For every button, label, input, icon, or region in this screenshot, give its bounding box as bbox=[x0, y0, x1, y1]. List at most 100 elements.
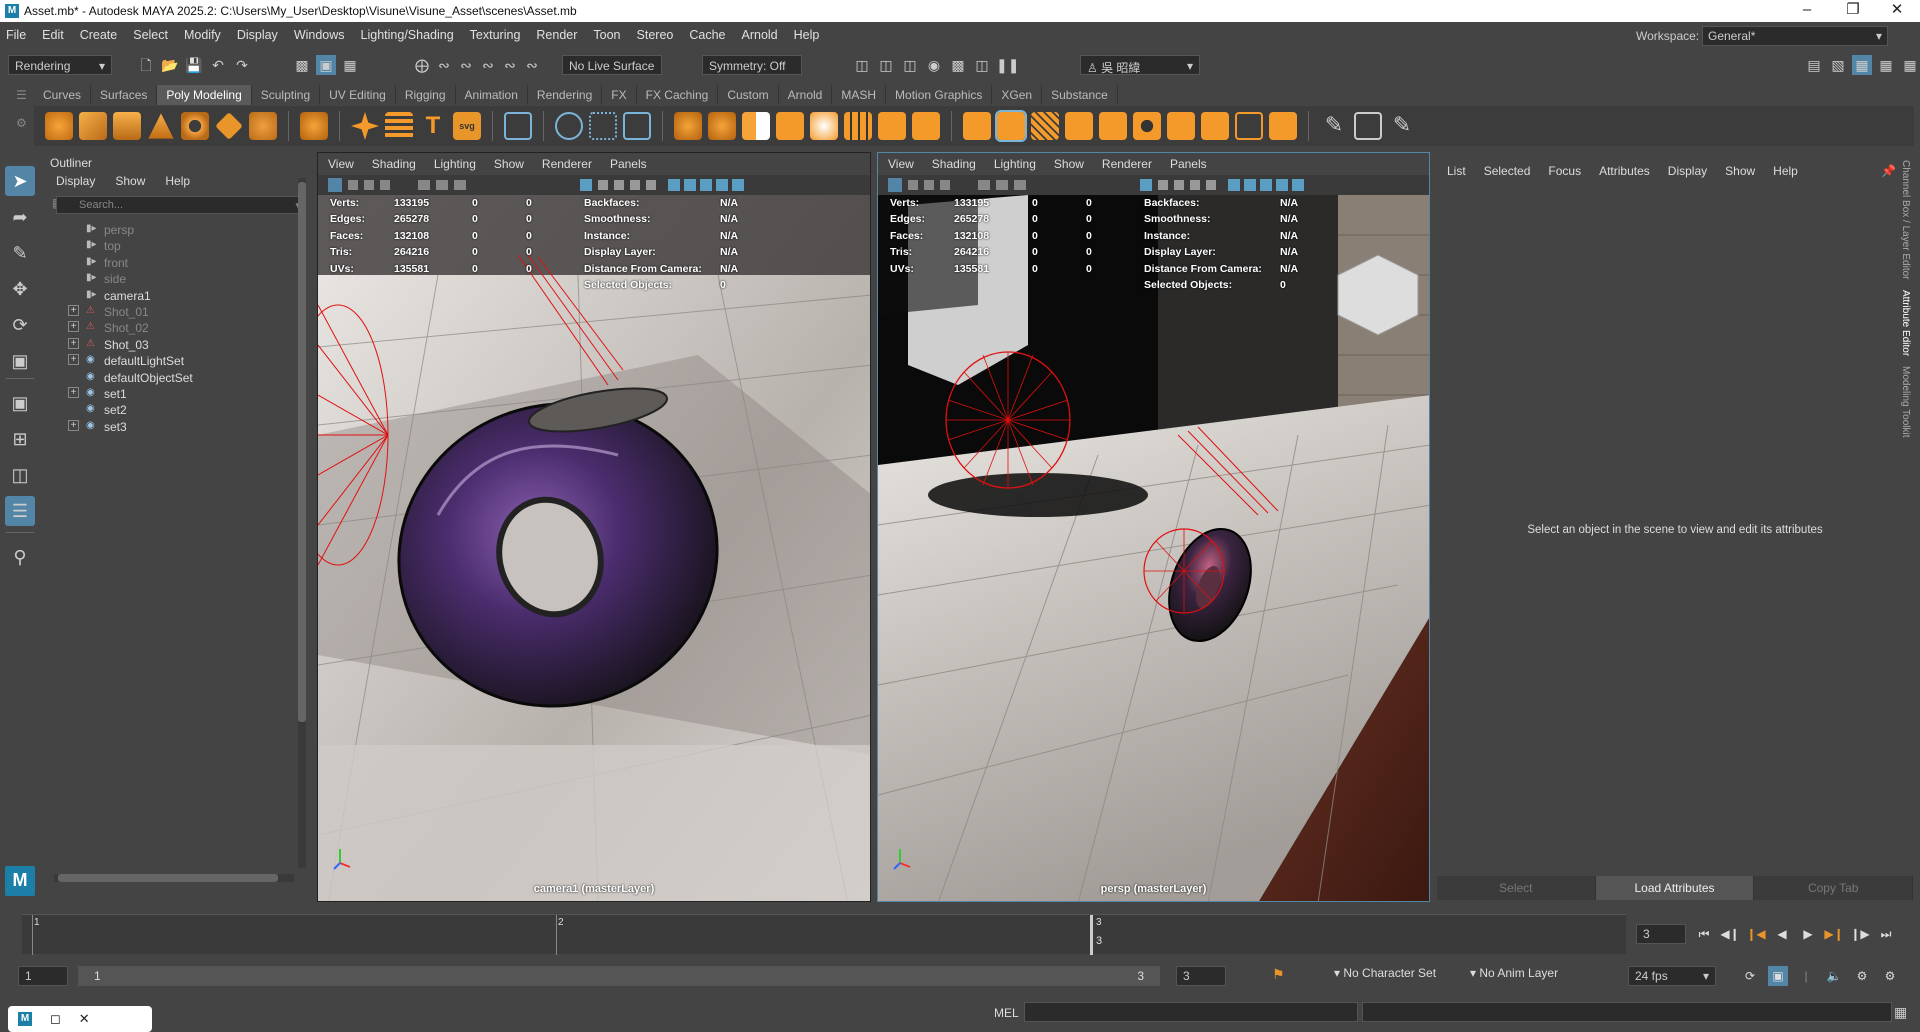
move-tool-icon[interactable]: ✥ bbox=[5, 274, 35, 304]
viewport-persp[interactable]: View Shading Lighting Show Renderer Panels bbox=[877, 152, 1430, 902]
select-hierarchy-icon[interactable]: ▩ bbox=[292, 55, 312, 75]
poly-cone-icon[interactable] bbox=[148, 113, 174, 139]
boolean-union-icon[interactable] bbox=[674, 112, 702, 140]
snap-grid-icon[interactable]: ⨁ bbox=[412, 55, 432, 75]
workspace-select[interactable]: General* ▾ bbox=[1702, 26, 1888, 46]
viewport-toolbar-icons[interactable] bbox=[318, 175, 871, 195]
menu-toon[interactable]: Toon bbox=[593, 28, 620, 42]
shelf-options-icon[interactable]: ☰ ⚙ bbox=[16, 88, 28, 138]
menu-render[interactable]: Render bbox=[536, 28, 577, 42]
snap-center-icon[interactable]: ∾ bbox=[522, 55, 542, 75]
poly-cube-icon[interactable] bbox=[79, 112, 107, 140]
shelf-tab-motion-graphics[interactable]: Motion Graphics bbox=[886, 85, 993, 105]
anim-layer-select[interactable]: ▾ No Anim Layer bbox=[1470, 966, 1620, 980]
loop-icon[interactable]: ⟳ bbox=[1740, 966, 1760, 986]
viewport-menu-panels[interactable]: Panels bbox=[1170, 157, 1207, 171]
shelf-tab-substance[interactable]: Substance bbox=[1042, 85, 1118, 105]
sweep-mesh-icon[interactable] bbox=[385, 112, 413, 140]
hypershade-icon[interactable]: ◫ bbox=[972, 55, 992, 75]
side-tab-modeling-toolkit[interactable]: Modeling Toolkit bbox=[1900, 366, 1911, 438]
offset-loop-icon[interactable] bbox=[1269, 112, 1297, 140]
preferences-icon[interactable]: ⚙ bbox=[1880, 966, 1900, 986]
ae-menu-attributes[interactable]: Attributes bbox=[1599, 164, 1650, 178]
menu-help[interactable]: Help bbox=[794, 28, 820, 42]
viewport-menu-lighting[interactable]: Lighting bbox=[994, 157, 1036, 171]
range-slider[interactable]: 1 3 bbox=[78, 966, 1160, 986]
separate-icon[interactable] bbox=[589, 112, 617, 140]
viewport-toolbar-icons[interactable] bbox=[878, 175, 1430, 195]
shelf-tab-arnold[interactable]: Arnold bbox=[779, 85, 833, 105]
render-frame-icon[interactable]: ◫ bbox=[876, 55, 896, 75]
expand-icon[interactable]: + bbox=[68, 321, 79, 333]
smooth-icon[interactable] bbox=[623, 112, 651, 140]
scale-tool-icon[interactable]: ▣ bbox=[5, 346, 35, 376]
search-input[interactable]: Search...▾ bbox=[56, 196, 306, 214]
command-input[interactable] bbox=[1024, 1002, 1358, 1022]
close-icon[interactable]: ✕ bbox=[79, 1011, 90, 1027]
collapse-icon[interactable] bbox=[1167, 112, 1195, 140]
viewport-camera1[interactable]: View Shading Lighting Show Renderer Panels bbox=[317, 152, 871, 902]
snap-point-icon[interactable]: ∾ bbox=[456, 55, 476, 75]
user-select[interactable]: ♙ 吳 昭緯 ▾ bbox=[1080, 55, 1200, 75]
menu-windows[interactable]: Windows bbox=[294, 28, 345, 42]
ae-menu-focus[interactable]: Focus bbox=[1548, 164, 1581, 178]
extract-icon[interactable] bbox=[776, 112, 804, 140]
merge-icon[interactable] bbox=[1099, 112, 1127, 140]
channel-box-toggle-icon[interactable]: ▦ bbox=[1900, 55, 1920, 75]
step-forward-icon[interactable]: ❙▶ bbox=[1850, 924, 1870, 944]
attribute-editor-toggle-icon[interactable]: ▦ bbox=[1852, 55, 1872, 75]
pause-icon[interactable]: ❚❚ bbox=[996, 55, 1019, 75]
tool-settings-toggle-icon[interactable]: ▦ bbox=[1876, 55, 1896, 75]
maya-home-icon[interactable]: M bbox=[5, 866, 35, 896]
menuset-select[interactable]: Rendering ▾ bbox=[8, 55, 112, 75]
play-forward-icon[interactable]: ▶ bbox=[1798, 924, 1818, 944]
live-surface-field[interactable]: No Live Surface bbox=[562, 55, 662, 75]
command-language-label[interactable]: MEL bbox=[994, 1006, 1019, 1020]
multi-cut-icon[interactable]: ✎ bbox=[1320, 112, 1348, 140]
viewport-menu-renderer[interactable]: Renderer bbox=[542, 157, 592, 171]
start-frame-field[interactable]: 1 bbox=[18, 966, 68, 986]
side-tab-channel-box-layer-editor[interactable]: Channel Box / Layer Editor bbox=[1900, 160, 1911, 280]
cache-playback-icon[interactable]: ▣ bbox=[1768, 966, 1788, 986]
ae-copy-tab-button[interactable]: Copy Tab bbox=[1754, 876, 1914, 900]
ae-menu-list[interactable]: List bbox=[1447, 164, 1466, 178]
shelf-tab-rendering[interactable]: Rendering bbox=[528, 85, 603, 105]
shelf-tab-fx[interactable]: FX bbox=[602, 85, 637, 105]
minimize-button[interactable]: – bbox=[1784, 0, 1830, 22]
menu-texturing[interactable]: Texturing bbox=[470, 28, 521, 42]
sidebar-toggle-icon[interactable]: ▤ bbox=[1804, 55, 1824, 75]
outliner-menu-display[interactable]: Display bbox=[56, 174, 95, 188]
viewport-menu-view[interactable]: View bbox=[888, 157, 914, 171]
detach-icon[interactable] bbox=[1235, 112, 1263, 140]
symmetry-select[interactable]: Symmetry: Off bbox=[702, 55, 802, 75]
viewport-menu-renderer[interactable]: Renderer bbox=[1102, 157, 1152, 171]
shelf-tab-fx-caching[interactable]: FX Caching bbox=[637, 85, 719, 105]
side-tab-attribute-editor[interactable]: Attribute Editor bbox=[1900, 290, 1911, 356]
shelf-tab-rigging[interactable]: Rigging bbox=[396, 85, 456, 105]
taskbar-thumbnail[interactable]: M ◻ ✕ bbox=[8, 1006, 152, 1032]
scrollbar-thumb[interactable] bbox=[58, 874, 278, 882]
script-editor-icon[interactable]: ▦ bbox=[1894, 1004, 1907, 1021]
auto-key-icon[interactable]: ⚑ bbox=[1272, 966, 1288, 986]
close-button[interactable]: ✕ bbox=[1874, 0, 1920, 22]
save-scene-icon[interactable]: 💾 bbox=[184, 55, 204, 75]
ae-menu-show[interactable]: Show bbox=[1725, 164, 1755, 178]
menu-lighting-shading[interactable]: Lighting/Shading bbox=[361, 28, 454, 42]
viewport-menu-shading[interactable]: Shading bbox=[932, 157, 976, 171]
retopo-icon[interactable] bbox=[912, 112, 940, 140]
ae-menu-help[interactable]: Help bbox=[1773, 164, 1798, 178]
connect-icon[interactable] bbox=[1201, 112, 1229, 140]
go-to-end-icon[interactable]: ⏭ bbox=[1876, 924, 1896, 944]
end-frame-field[interactable]: 3 bbox=[1176, 966, 1226, 986]
pin-icon[interactable]: 📌 bbox=[1881, 164, 1896, 178]
reduce-icon[interactable] bbox=[844, 112, 872, 140]
menu-stereo[interactable]: Stereo bbox=[637, 28, 674, 42]
shelf-tab-curves[interactable]: Curves bbox=[34, 85, 92, 105]
paint-select-tool-icon[interactable]: ✎ bbox=[5, 238, 35, 268]
viewport-menu-show[interactable]: Show bbox=[494, 157, 524, 171]
snap-curve-icon[interactable]: ∾ bbox=[434, 55, 454, 75]
ae-select-button[interactable]: Select bbox=[1437, 876, 1596, 900]
menu-display[interactable]: Display bbox=[237, 28, 278, 42]
select-object-icon[interactable]: ▣ bbox=[316, 55, 336, 75]
fill-hole-icon[interactable] bbox=[810, 112, 838, 140]
